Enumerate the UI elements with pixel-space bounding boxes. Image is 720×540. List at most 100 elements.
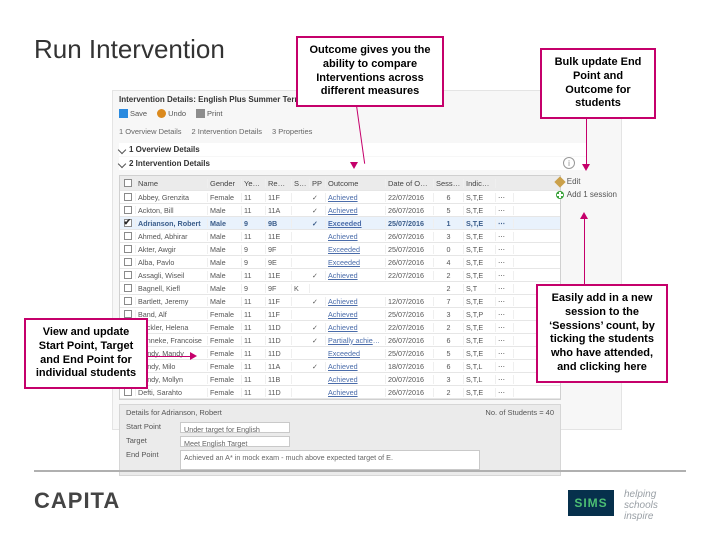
table-row[interactable]: Candy, MollynFemale1111BAchieved20/07/20… bbox=[120, 373, 560, 386]
table-row[interactable]: Candy, MiloFemale1111A✓Achieved18/07/201… bbox=[120, 360, 560, 373]
cell-menu[interactable]: ⋯ bbox=[496, 323, 514, 332]
cell-outcome[interactable]: Achieved bbox=[326, 271, 386, 280]
cell-sessions: 3 bbox=[434, 310, 464, 319]
cell-menu[interactable]: ⋯ bbox=[496, 284, 514, 293]
cell-outcome[interactable]: Exceeded bbox=[326, 245, 386, 254]
detail-start-label: Start Point bbox=[126, 422, 180, 431]
cell-menu[interactable]: ⋯ bbox=[496, 245, 514, 254]
cell-outcome[interactable]: Achieved bbox=[326, 193, 386, 202]
cell-reggroup: 11D bbox=[266, 336, 292, 345]
row-checkbox[interactable] bbox=[124, 258, 132, 266]
cell-yeargroup: 11 bbox=[242, 206, 266, 215]
table-row[interactable]: Band, AlfFemale1111FAchieved25/07/20163S… bbox=[120, 308, 560, 321]
callout-arrow bbox=[584, 218, 585, 284]
table-row[interactable]: Defti, SarahtoFemale1111DAchieved26/07/2… bbox=[120, 386, 560, 399]
section-header-overview[interactable]: 1 Overview Details bbox=[119, 143, 587, 156]
tab-intervention-details[interactable]: 2 Intervention Details bbox=[192, 127, 262, 136]
cell-menu[interactable]: ⋯ bbox=[496, 258, 514, 267]
table-row[interactable]: Bartlett, JeremyMale1111F✓Achieved12/07/… bbox=[120, 295, 560, 308]
cell-menu[interactable]: ⋯ bbox=[496, 388, 514, 397]
row-checkbox[interactable] bbox=[124, 232, 132, 240]
undo-button[interactable]: Undo bbox=[157, 109, 186, 118]
section-header-label: 1 Overview Details bbox=[129, 145, 200, 154]
cell-sen: K bbox=[292, 284, 310, 293]
table-row[interactable]: Bunneke, FrancoiseFemale1111D✓Partially … bbox=[120, 334, 560, 347]
table-row[interactable]: Ackton, BillMale1111A✓Achieved26/07/2016… bbox=[120, 204, 560, 217]
cell-yeargroup: 9 bbox=[242, 258, 266, 267]
tagline-line: inspire bbox=[624, 511, 686, 522]
table-row[interactable]: Akter, AwgirMale99FExceeded25/07/20160S,… bbox=[120, 243, 560, 256]
cell-outcome[interactable]: Achieved bbox=[326, 375, 386, 384]
table-row[interactable]: Candy, MandyFemale1111DExceeded25/07/201… bbox=[120, 347, 560, 360]
print-button[interactable]: Print bbox=[196, 109, 222, 118]
row-checkbox[interactable] bbox=[124, 219, 132, 227]
cell-outcome[interactable]: Exceeded bbox=[326, 219, 386, 228]
cell-menu[interactable]: ⋯ bbox=[496, 232, 514, 241]
col-sen[interactable]: SEN bbox=[292, 179, 310, 188]
cell-name: Abbey, Grenzita bbox=[136, 193, 208, 202]
cell-outcome[interactable]: Exceeded bbox=[326, 349, 386, 358]
cell-menu[interactable]: ⋯ bbox=[496, 349, 514, 358]
row-checkbox[interactable] bbox=[124, 388, 132, 396]
cell-menu[interactable]: ⋯ bbox=[496, 193, 514, 202]
cell-menu[interactable]: ⋯ bbox=[496, 362, 514, 371]
save-button[interactable]: Save bbox=[119, 109, 147, 118]
cell-reggroup: 11D bbox=[266, 323, 292, 332]
cell-yeargroup: 11 bbox=[242, 310, 266, 319]
table-row[interactable]: Ahmed, AbhirarMale1111EAchieved26/07/201… bbox=[120, 230, 560, 243]
col-yeargroup[interactable]: Year group bbox=[242, 179, 266, 188]
row-checkbox[interactable] bbox=[124, 284, 132, 292]
table-row[interactable]: Alba, PavloMale99EExceeded26/07/20164S,T… bbox=[120, 256, 560, 269]
col-date[interactable]: Date of Outcome bbox=[386, 179, 434, 188]
row-checkbox[interactable] bbox=[124, 310, 132, 318]
cell-outcome[interactable]: Achieved bbox=[326, 310, 386, 319]
cell-outcome[interactable]: Achieved bbox=[326, 206, 386, 215]
cell-outcome[interactable]: Achieved bbox=[326, 323, 386, 332]
row-checkbox[interactable] bbox=[124, 193, 132, 201]
table-row[interactable]: Abbey, GrenzitaFemale1111F✓Achieved22/07… bbox=[120, 191, 560, 204]
detail-end-value[interactable]: Achieved an A* in mock exam - much above… bbox=[180, 450, 480, 470]
cell-menu[interactable]: ⋯ bbox=[496, 336, 514, 345]
table-row[interactable]: Assagli, WiseilMale1111E✓Achieved22/07/2… bbox=[120, 269, 560, 282]
edit-button[interactable]: Edit bbox=[556, 177, 617, 186]
print-icon bbox=[196, 109, 205, 118]
col-indicator[interactable]: Indicator bbox=[464, 179, 496, 188]
table-row[interactable]: Bagnell, KieflMale99FK2S,T⋯ bbox=[120, 282, 560, 295]
add-session-button[interactable]: Add 1 session bbox=[556, 190, 617, 199]
undo-icon bbox=[157, 109, 166, 118]
detail-target-value[interactable]: Meet English Target bbox=[180, 436, 290, 447]
col-sessions[interactable]: Sessions bbox=[434, 179, 464, 188]
cell-outcome[interactable]: Achieved bbox=[326, 388, 386, 397]
cell-menu[interactable]: ⋯ bbox=[496, 375, 514, 384]
row-checkbox[interactable] bbox=[124, 297, 132, 305]
info-icon[interactable]: i bbox=[563, 157, 575, 169]
cell-outcome[interactable]: Exceeded bbox=[326, 258, 386, 267]
cell-menu[interactable]: ⋯ bbox=[496, 310, 514, 319]
col-pp[interactable]: PP bbox=[310, 179, 326, 188]
table-row[interactable]: Adrianson, RobertMale99B✓Exceeded25/07/2… bbox=[120, 217, 560, 230]
detail-start-value[interactable]: Under target for English bbox=[180, 422, 290, 433]
checkbox[interactable] bbox=[124, 179, 132, 187]
row-checkbox[interactable] bbox=[124, 206, 132, 214]
cell-outcome[interactable]: Partially achieved bbox=[326, 336, 386, 345]
col-reggroup[interactable]: Reg Group bbox=[266, 179, 292, 188]
cell-menu[interactable]: ⋯ bbox=[496, 297, 514, 306]
print-label: Print bbox=[207, 109, 222, 118]
table-row[interactable]: Buckler, HelenaFemale1111D✓Achieved22/07… bbox=[120, 321, 560, 334]
cell-sessions: 3 bbox=[434, 232, 464, 241]
row-checkbox[interactable] bbox=[124, 271, 132, 279]
col-name[interactable]: Name bbox=[136, 179, 208, 188]
tab-overview[interactable]: 1 Overview Details bbox=[119, 127, 182, 136]
row-checkbox[interactable] bbox=[124, 245, 132, 253]
cell-indicator: S,T bbox=[464, 284, 496, 293]
tab-properties[interactable]: 3 Properties bbox=[272, 127, 312, 136]
cell-menu[interactable]: ⋯ bbox=[496, 219, 514, 228]
callout-arrow bbox=[586, 116, 587, 166]
cell-menu[interactable]: ⋯ bbox=[496, 271, 514, 280]
cell-outcome[interactable]: Achieved bbox=[326, 232, 386, 241]
col-outcome[interactable]: Outcome bbox=[326, 179, 386, 188]
col-gender[interactable]: Gender bbox=[208, 179, 242, 188]
cell-outcome[interactable]: Achieved bbox=[326, 362, 386, 371]
cell-menu[interactable]: ⋯ bbox=[496, 206, 514, 215]
cell-outcome[interactable]: Achieved bbox=[326, 297, 386, 306]
